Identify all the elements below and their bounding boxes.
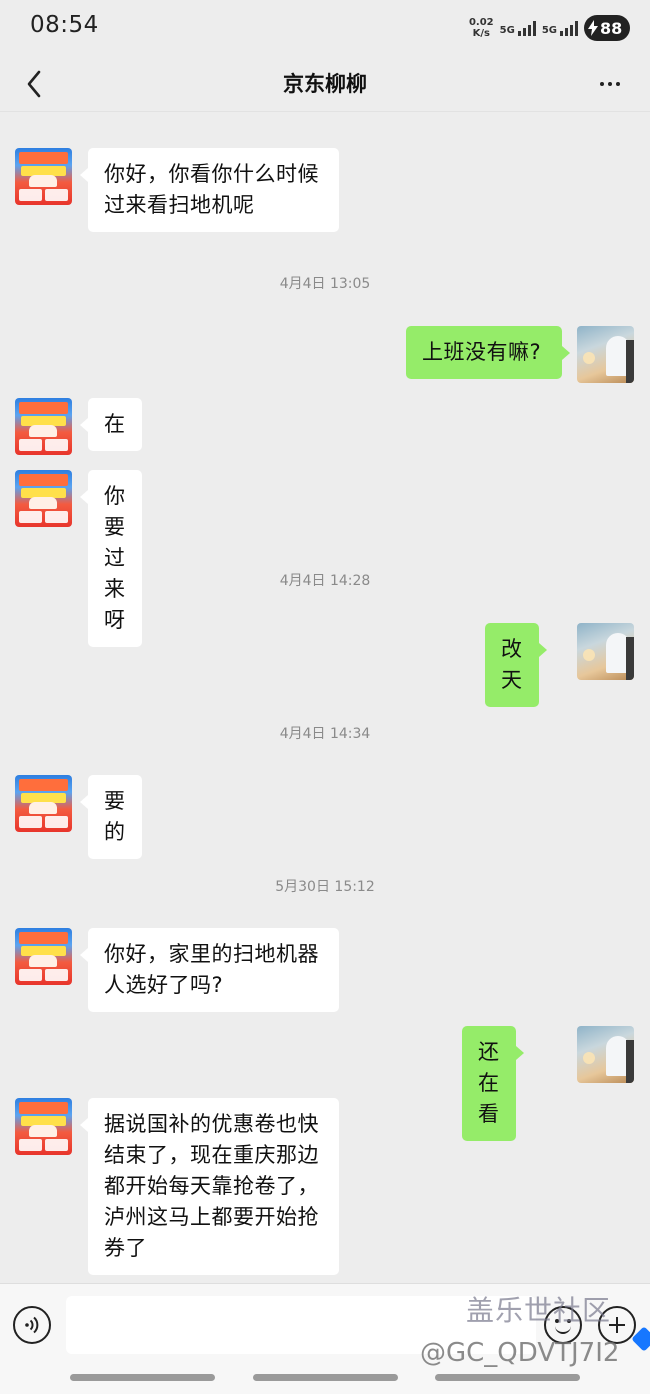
message-bubble[interactable]: 改天 [485, 623, 546, 707]
contact-avatar[interactable] [15, 148, 72, 205]
nav-back-bar[interactable] [435, 1374, 580, 1381]
watermark-community: 盖乐世社区 [466, 1294, 612, 1327]
message-timestamp: 5月30日 15:12 [275, 879, 375, 895]
sim1-5g-label: 5G [499, 25, 515, 36]
message-bubble[interactable]: 你好，你看你什么时候过来看扫地机呢 [80, 148, 339, 232]
sim1-signal-icon: 5G [500, 20, 536, 36]
sim2-signal-icon: 5G [542, 20, 578, 36]
contact-avatar[interactable] [15, 775, 72, 832]
message-bubble[interactable]: 上班没有嘛? [406, 326, 570, 379]
signal-bars-icon [517, 20, 536, 36]
my-avatar[interactable] [577, 326, 634, 383]
message-bubble[interactable]: 要的 [80, 775, 142, 859]
message-bubble[interactable]: 你要过来呀 [80, 470, 142, 647]
chat-title: 京东柳柳 [283, 72, 367, 96]
more-horizontal-icon [600, 82, 604, 86]
network-speed: 0.02 K/s [469, 17, 494, 39]
message-timestamp: 4月4日 13:05 [279, 276, 371, 292]
status-icons: 0.02 K/s 5G 5G 88 [469, 14, 630, 42]
voice-button[interactable] [13, 1306, 51, 1344]
nav-home-bar[interactable] [253, 1374, 398, 1381]
contact-avatar[interactable] [15, 398, 72, 455]
network-speed-unit: K/s [472, 28, 490, 39]
chat-header: 京东柳柳 [0, 56, 650, 112]
contact-avatar[interactable] [15, 470, 72, 527]
message-timestamp: 4月4日 14:28 [279, 573, 371, 589]
message-bubble[interactable]: 还在看 [462, 1026, 523, 1141]
battery-indicator: 88 [584, 15, 630, 41]
watermark-user: @GC_QDVTJ7I2 [420, 1338, 620, 1368]
battery-level: 88 [600, 18, 623, 38]
signal-bars-icon [560, 20, 578, 36]
contact-avatar[interactable] [15, 928, 72, 985]
message-bubble[interactable]: 据说国补的优惠卷也快结束了，现在重庆那边都开始每天靠抢卷了，泸州这马上都要开始抢… [80, 1098, 339, 1275]
chat-messages[interactable]: 你好，你看你什么时候过来看扫地机呢 4月4日 13:05 上班没有嘛? 在 你要… [0, 113, 650, 1283]
status-time: 08:54 [30, 12, 99, 38]
my-avatar[interactable] [577, 1026, 634, 1083]
message-timestamp: 4月4日 14:34 [279, 726, 371, 742]
nav-recents-bar[interactable] [70, 1374, 215, 1381]
message-bubble[interactable]: 你好，家里的扫地机器人选好了吗? [80, 928, 339, 1012]
charging-bolt-icon [588, 20, 598, 36]
more-options-button[interactable] [592, 66, 628, 102]
voice-icon [25, 1316, 39, 1334]
status-bar: 08:54 0.02 K/s 5G 5G 88 [0, 0, 650, 56]
my-avatar[interactable] [577, 623, 634, 680]
sim2-5g-label: 5G [541, 25, 557, 36]
message-bubble[interactable]: 在 [80, 398, 142, 451]
contact-avatar[interactable] [15, 1098, 72, 1155]
network-speed-value: 0.02 [468, 17, 494, 28]
